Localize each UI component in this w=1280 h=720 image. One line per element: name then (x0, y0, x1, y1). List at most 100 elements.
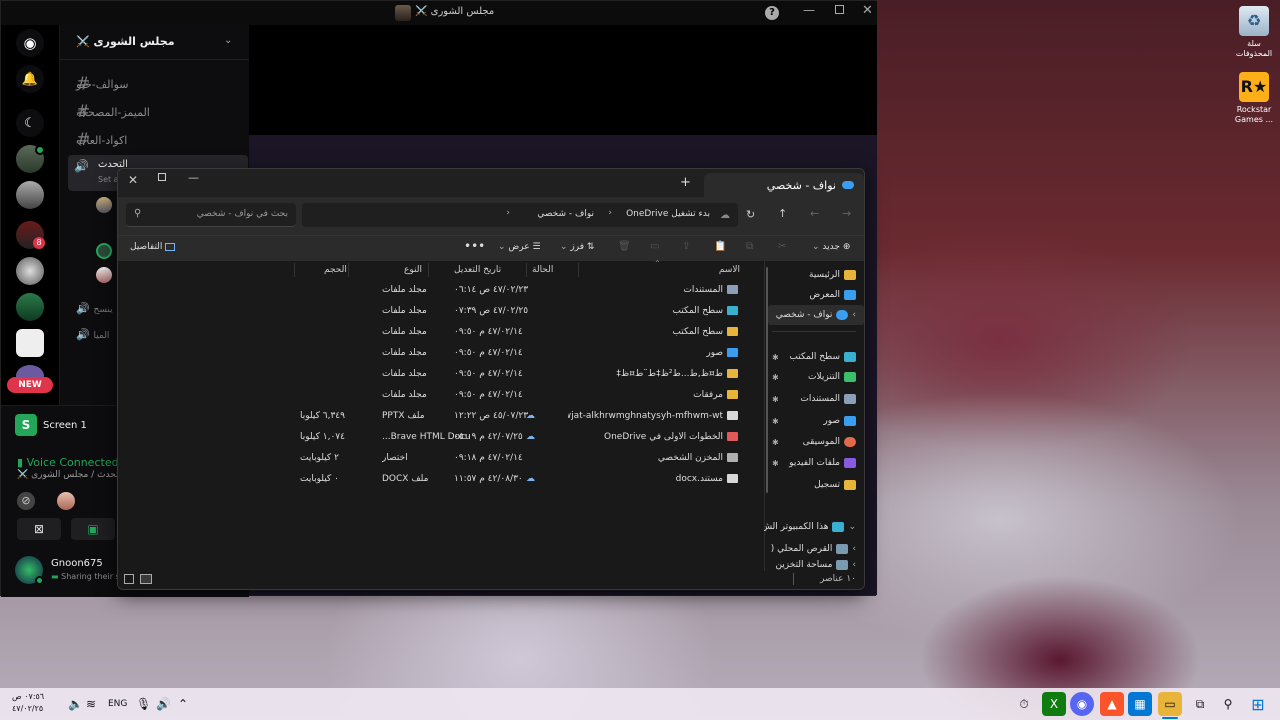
chevron-up-icon[interactable]: ⌃ (178, 694, 188, 714)
voice-user-avatar[interactable] (96, 267, 112, 283)
breadcrumb-folder[interactable]: نواف - شخصي (537, 209, 594, 219)
rename-icon[interactable]: ▭ (650, 241, 659, 252)
server-icon-4[interactable] (16, 257, 44, 285)
voice-channel-3[interactable]: 🔊 الميا (76, 327, 109, 341)
file-explorer-taskbar-icon[interactable]: ▭ (1158, 692, 1182, 716)
minimize-icon[interactable]: — (803, 3, 815, 17)
table-row[interactable]: سطح المكتب ٤٧/٠٢/١٤ م ٠٩:٥٠ مجلد ملفات (294, 323, 748, 343)
table-row[interactable]: سطح المكتب ٤٧/٠٢/٢٥ ص ٠٧:٣٩ مجلد ملفات (294, 302, 748, 322)
details-button[interactable]: التفاصيل (130, 242, 176, 252)
start-icon[interactable]: ⊞ (1246, 692, 1270, 716)
breadcrumb[interactable]: ☁ بدء تشغيل OneDrive › نواف - شخصي › (302, 203, 738, 227)
wifi-icon[interactable]: ≋ (86, 694, 96, 714)
recycle-bin-shortcut[interactable]: ♻ سلة المحذوفات (1228, 6, 1280, 59)
maximize-icon[interactable] (835, 5, 844, 14)
moon-server-icon[interactable]: ☾ (16, 109, 44, 137)
table-row[interactable]: مستند.docx ☁ ٤٢/٠٨/٣٠ م ١١:٥٧ ملف DOCX ٠ كيل… (294, 470, 748, 490)
voice-user-avatar[interactable] (57, 492, 75, 510)
server-icon-5[interactable] (16, 293, 44, 321)
xbox-icon[interactable]: X (1042, 692, 1066, 716)
microphone-icon[interactable]: 🎙 (136, 694, 151, 714)
noise-suppression-icon[interactable]: ⊘ (17, 492, 35, 510)
breadcrumb-onedrive[interactable]: بدء تشغيل OneDrive (626, 209, 710, 219)
clock[interactable]: ٠٧:٥٦ ص ٤٧/٠٢/٢٥ (12, 691, 44, 717)
clock-app-icon[interactable]: ⏱ (1012, 692, 1036, 716)
table-row[interactable]: المستندات ٤٧/٠٢/٢٣ ص ٠٦:١٤ مجلد ملفات (294, 281, 748, 301)
table-row[interactable]: الخطوات الأولى في OneDrive ☁ ٤٢/٠٧/٢٥ م ٠٥… (294, 428, 748, 448)
close-icon[interactable]: ✕ (862, 3, 873, 18)
copy-icon[interactable]: ⧉ (746, 241, 753, 252)
server-name[interactable]: مجلس الشورى ⚔️ (76, 35, 236, 48)
more-options-icon[interactable]: ••• (464, 239, 485, 253)
sort-button[interactable]: ⌄ فرز ⇅ (560, 242, 594, 252)
search-input[interactable]: ⚲ بحث في نواف - شخصي (126, 203, 296, 227)
cut-icon[interactable]: ✂ (778, 241, 786, 252)
nav-recordings[interactable]: تسجيل (768, 475, 864, 495)
speaker-icon[interactable]: 🔊 (156, 694, 171, 714)
nav-videos[interactable]: ملفات الفيديو ✱ (768, 453, 864, 473)
maximize-icon[interactable] (158, 173, 166, 181)
nav-local-disk[interactable]: › القرص المحلي ( (768, 539, 864, 559)
nav-scrollbar[interactable] (766, 267, 768, 493)
nav-pictures[interactable]: صور ✱ (768, 411, 864, 431)
rockstar-shortcut[interactable]: R★ Rockstar Games ... (1228, 72, 1280, 125)
share-icon[interactable]: ⇪ (682, 241, 690, 252)
nav-this-pc[interactable]: ⌄ هذا الكمبيوتر الش (764, 517, 864, 537)
server-icon-2[interactable] (16, 181, 44, 209)
nav-gallery[interactable]: المعرض (768, 285, 864, 305)
close-icon[interactable]: ✕ (128, 173, 138, 187)
nav-storage[interactable]: › مساحة التخزين (768, 559, 864, 571)
screen-share-button[interactable]: ▣ (71, 518, 115, 540)
help-icon[interactable]: ? (765, 6, 779, 20)
paste-icon[interactable]: 📋 (714, 241, 726, 252)
column-size[interactable]: الحجم (324, 265, 347, 275)
nav-music[interactable]: الموسيقى ✱ (768, 432, 864, 452)
language-indicator[interactable]: ENG (108, 694, 127, 714)
volume-icon[interactable]: 🔈 (68, 694, 83, 714)
up-arrow-icon[interactable]: ↑ (778, 207, 787, 220)
minimize-icon[interactable]: — (188, 171, 199, 184)
column-date[interactable]: تاريخ التعديل (454, 265, 501, 275)
text-channel-1[interactable]: # سوالف-خيو (76, 73, 236, 95)
nav-home[interactable]: الرئيسية (768, 265, 864, 285)
search-icon[interactable]: ⚲ (1216, 692, 1240, 716)
nav-onedrive[interactable]: › نواف - شخصي (768, 305, 864, 325)
user-name[interactable]: Gnoon675 (51, 558, 103, 569)
brave-icon[interactable]: ▲ (1100, 692, 1124, 716)
task-view-icon[interactable]: ⧉ (1188, 692, 1212, 716)
nav-documents[interactable]: المستندات ✱ (768, 389, 864, 409)
text-channel-3[interactable]: # اكواد-العاب (76, 129, 236, 151)
table-row[interactable]: ط¤ظ‚ط...ط²ظ‡ط¨ط¤ظ‡ ٤٧/٠٢/١٤ م ٠٩:٥٠ مجلد م… (294, 365, 748, 385)
discord-taskbar-icon[interactable]: ◉ (1070, 692, 1094, 716)
delete-icon[interactable]: 🗑 (618, 241, 631, 252)
back-arrow-icon[interactable]: ← (810, 207, 819, 220)
table-row[interactable]: مرفقات ٤٧/٠٢/١٤ م ٠٩:٥٠ مجلد ملفات (294, 386, 748, 406)
discord-home-icon[interactable]: ◉ (16, 29, 44, 57)
explorer-tab[interactable]: نواف - شخصي (704, 173, 864, 197)
new-button[interactable]: ⌄ جديد ⊕ (812, 242, 850, 252)
text-channel-2[interactable]: # الميمز-المصحكة (76, 101, 236, 123)
store-icon[interactable]: ▦ (1128, 692, 1152, 716)
new-tab-icon[interactable]: + (680, 175, 691, 190)
voice-channel-2[interactable]: 🔊 ينسح (76, 301, 113, 315)
notifications-icon[interactable]: 🔔 (16, 65, 44, 93)
server-icon-6[interactable] (16, 329, 44, 357)
refresh-icon[interactable]: ↻ (746, 208, 755, 221)
forward-arrow-icon[interactable]: → (842, 207, 851, 220)
column-name[interactable]: الاسم (719, 265, 740, 275)
table-row[interactable]: المخزن الشخصي ٤٧/٠٢/١٤ م ٠٩:١٨ اختصار ٢ كيل… (294, 449, 748, 469)
discord-titlebar[interactable]: مجلس الشورى ⚔️ ? — ✕ (1, 1, 877, 25)
chevron-down-icon[interactable]: ⌄ (224, 35, 232, 46)
new-badge[interactable]: NEW (7, 377, 53, 393)
stream-label[interactable]: Screen 1 (43, 420, 87, 431)
table-row[interactable]: صور ٤٧/٠٢/١٤ م ٠٩:٥٠ مجلد ملفات (294, 344, 748, 364)
view-button[interactable]: ⌄ عرض ☰ (498, 242, 541, 252)
camera-off-icon[interactable]: ⊠ (17, 518, 61, 540)
nav-downloads[interactable]: التنزيلات ✱ (768, 367, 864, 387)
details-view-icon[interactable] (124, 574, 134, 584)
table-row[interactable]: almwjat-alkhrwmghnatysyh-mfhwm-wt...☁٤٥/… (294, 407, 748, 427)
column-status[interactable]: الحالة (532, 265, 553, 275)
voice-user-avatar[interactable] (96, 197, 112, 213)
nav-desktop[interactable]: سطح المكتب ✱ (768, 347, 864, 367)
voice-user-avatar[interactable] (96, 243, 112, 259)
